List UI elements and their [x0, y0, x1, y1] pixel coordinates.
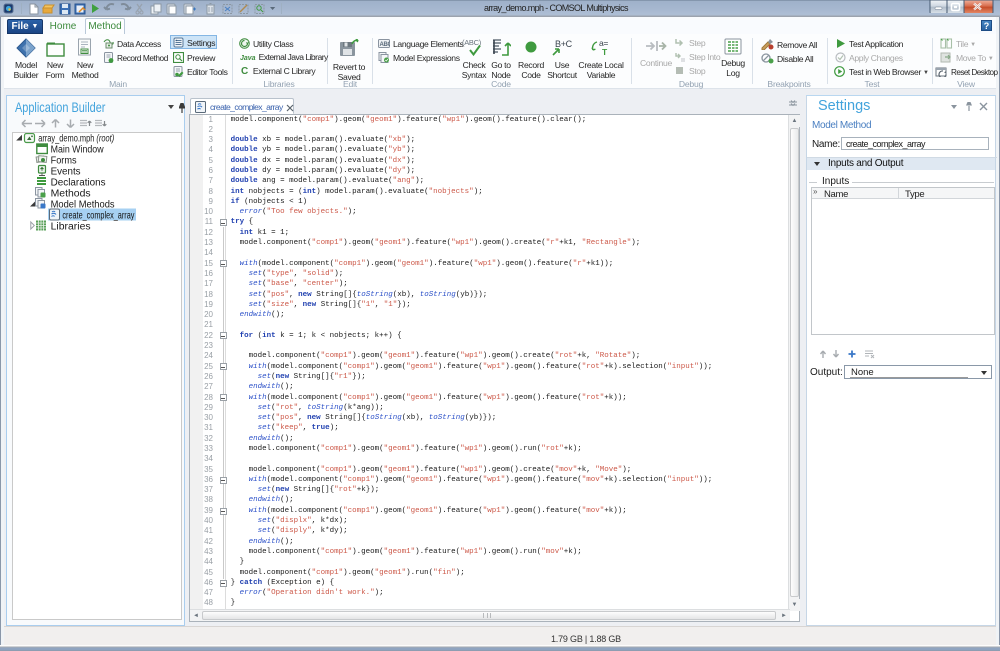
svg-text:ABC: ABC [380, 42, 391, 48]
svg-text:Libraries: Libraries [51, 222, 91, 233]
svg-text:Main Window: Main Window [51, 145, 105, 156]
svg-text:Declarations: Declarations [51, 178, 106, 189]
svg-text:array_demo.mph (root): array_demo.mph (root) [38, 134, 114, 145]
svg-text:Methods: Methods [51, 189, 91, 200]
svg-text:T: T [602, 47, 608, 57]
svg-text:Events: Events [51, 167, 81, 178]
svg-text:Forms: Forms [51, 156, 77, 167]
svg-text:create_complex_array: create_complex_array [62, 211, 134, 222]
svg-text:B+C: B+C [555, 39, 573, 49]
